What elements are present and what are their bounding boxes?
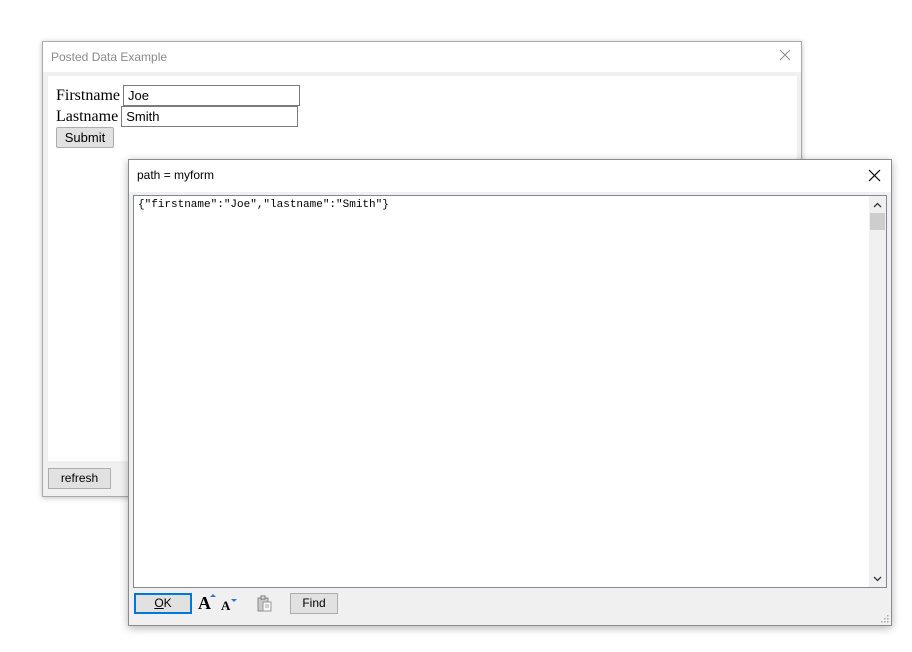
dialog-footer: OK A A Find (129, 590, 891, 625)
json-text-area[interactable]: {"firstname":"Joe","lastname":"Smith"} (133, 195, 887, 588)
close-icon[interactable] (868, 169, 881, 182)
vertical-scrollbar[interactable] (869, 196, 886, 587)
firstname-row: Firstname (56, 85, 300, 106)
clipboard-icon[interactable] (256, 595, 272, 612)
ok-mnemonic: O (154, 596, 164, 610)
decrease-arrow-icon (231, 599, 237, 602)
lastname-input[interactable] (121, 106, 299, 127)
scroll-up-icon[interactable] (869, 196, 886, 213)
scrollbar-thumb[interactable] (870, 213, 885, 230)
lastname-row: Lastname (56, 106, 299, 127)
lastname-label: Lastname (56, 107, 119, 125)
submit-button[interactable]: Submit (56, 127, 114, 148)
increase-arrow-icon (210, 594, 216, 597)
scroll-down-icon[interactable] (869, 570, 886, 587)
path-dialog: path = myform {"firstname":"Joe","lastna… (128, 159, 892, 626)
json-content: {"firstname":"Joe","lastname":"Smith"} (138, 199, 389, 211)
firstname-input[interactable] (123, 85, 300, 106)
ok-button[interactable]: OK (134, 593, 192, 614)
dialog-title: path = myform (137, 168, 215, 182)
font-smaller-icon[interactable]: A (221, 598, 230, 614)
close-icon[interactable] (779, 49, 791, 61)
ok-label-rest: K (163, 596, 172, 610)
path-dialog-titlebar[interactable]: path = myform (129, 160, 891, 192)
resize-grip-icon[interactable] (879, 613, 889, 623)
firstname-label: Firstname (56, 86, 120, 104)
posted-data-titlebar[interactable]: Posted Data Example (43, 42, 801, 72)
window-title: Posted Data Example (51, 50, 168, 64)
find-button[interactable]: Find (290, 593, 338, 614)
refresh-button[interactable]: refresh (48, 468, 111, 489)
